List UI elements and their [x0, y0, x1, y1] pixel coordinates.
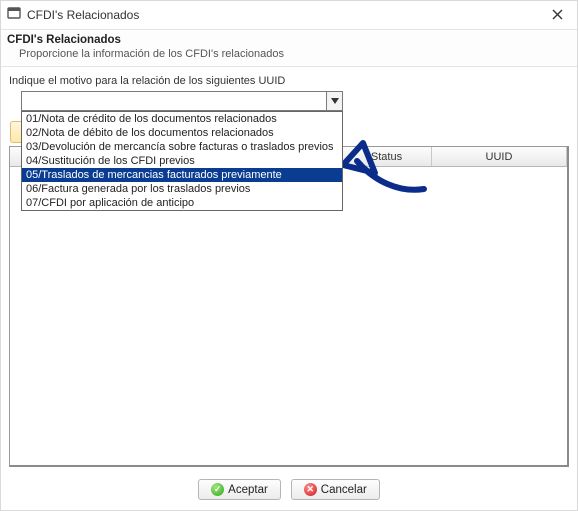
relation-option[interactable]: 07/CFDI por aplicación de anticipo — [22, 196, 342, 210]
dialog-cfdis-relacionados: CFDI's Relacionados CFDI's Relacionados … — [0, 0, 578, 511]
app-icon — [7, 6, 21, 25]
col-header-status[interactable]: Status — [342, 147, 432, 166]
accept-label: Aceptar — [228, 484, 268, 496]
prompt-label: Indique el motivo para la relación de lo… — [9, 75, 569, 87]
relation-option[interactable]: 03/Devolución de mercancía sobre factura… — [22, 140, 342, 154]
titlebar-left: CFDI's Relacionados — [7, 6, 139, 25]
titlebar: CFDI's Relacionados — [1, 1, 577, 29]
cancel-label: Cancelar — [321, 484, 367, 496]
relation-combo[interactable] — [21, 91, 343, 111]
dialog-footer: ✓ Aceptar ✕ Cancelar — [1, 473, 577, 510]
header-band: CFDI's Relacionados Proporcione la infor… — [1, 29, 577, 67]
relation-option[interactable]: 01/Nota de crédito de los documentos rel… — [22, 112, 342, 126]
relation-option[interactable]: 04/Sustitución de los CFDI previos — [22, 154, 342, 168]
accept-button[interactable]: ✓ Aceptar — [198, 479, 281, 500]
cancel-icon: ✕ — [304, 483, 317, 496]
window-title: CFDI's Relacionados — [27, 8, 139, 22]
chevron-down-icon[interactable] — [326, 92, 342, 110]
header-subtitle: Proporcione la información de los CFDI's… — [7, 46, 569, 60]
relation-option[interactable]: 02/Nota de débito de los documentos rela… — [22, 126, 342, 140]
relation-option[interactable]: 06/Factura generada por los traslados pr… — [22, 182, 342, 196]
relation-combo-wrap: 01/Nota de crédito de los documentos rel… — [21, 91, 343, 111]
col-header-uuid[interactable]: UUID — [432, 147, 567, 166]
relation-option[interactable]: 05/Traslados de mercancias facturados pr… — [22, 168, 342, 182]
header-title: CFDI's Relacionados — [7, 34, 569, 46]
close-button[interactable] — [546, 5, 569, 25]
cancel-button[interactable]: ✕ Cancelar — [291, 479, 380, 500]
check-icon: ✓ — [211, 483, 224, 496]
dialog-body: Indique el motivo para la relación de lo… — [1, 67, 577, 473]
relation-combo-dropdown[interactable]: 01/Nota de crédito de los documentos rel… — [21, 111, 343, 211]
